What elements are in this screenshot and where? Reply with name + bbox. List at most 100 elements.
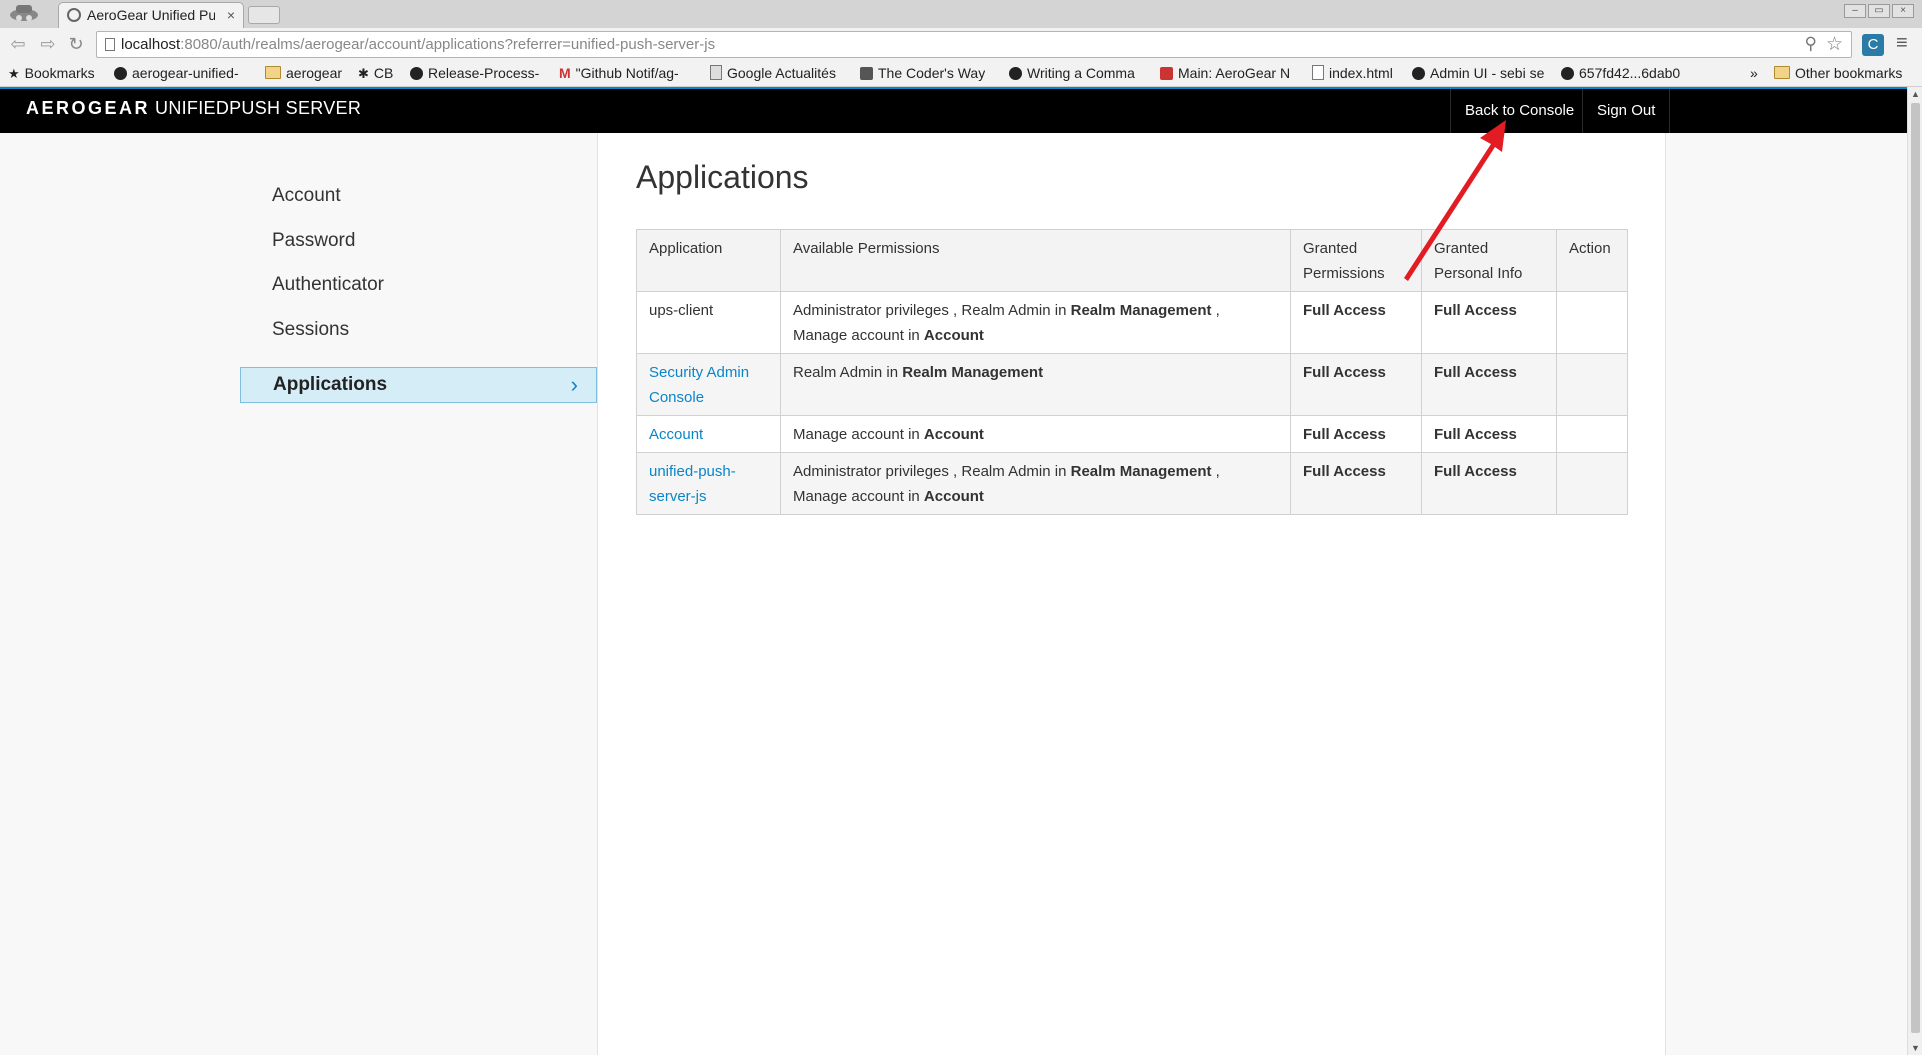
url-text: localhost:8080/auth/realms/aerogear/acco… (121, 36, 715, 53)
sign-out-link[interactable]: Sign Out (1582, 89, 1671, 133)
granted-value: Full Access (1303, 426, 1386, 443)
bookmark-label: aerogear-unified- (132, 65, 239, 81)
available-permissions: Realm Admin in Realm Management (780, 353, 1291, 416)
reload-icon[interactable]: ↻ (64, 32, 88, 56)
bookmark-item[interactable]: aerogear-unified- (114, 65, 252, 81)
bookmark-item[interactable]: ✱ CB (358, 65, 393, 82)
vertical-scrollbar[interactable]: ▲ ▼ (1907, 87, 1922, 1055)
permission-scope: Realm Management (1070, 302, 1212, 319)
extension-icon[interactable]: C (1862, 34, 1884, 56)
granted-value: Full Access (1303, 463, 1386, 480)
permission-text: Realm Admin in (793, 364, 903, 381)
url-host: localhost (121, 36, 181, 53)
github-icon (1412, 67, 1425, 80)
bookmark-item[interactable]: M "Github Notif/ag- (559, 65, 699, 81)
application-link[interactable]: Account (636, 415, 781, 453)
close-window-button[interactable]: × (1892, 4, 1914, 18)
personal-info-value: Full Access (1434, 426, 1517, 443)
bookmark-item[interactable]: Google Actualités (710, 65, 836, 81)
bookmark-item[interactable]: Main: AeroGear N (1160, 65, 1300, 81)
header-text: Granted (1303, 240, 1358, 257)
chevron-right-icon: › (570, 372, 578, 397)
address-bar[interactable]: localhost:8080/auth/realms/aerogear/acco… (96, 31, 1852, 58)
application-link[interactable]: unified-push-server-js (636, 452, 781, 515)
table-row: unified-push-server-js Administrator pri… (636, 452, 1628, 515)
sidebar-item-password[interactable]: Password (240, 223, 597, 259)
bookmark-folder[interactable]: aerogear (265, 65, 342, 81)
granted-value: Full Access (1303, 364, 1386, 381)
new-tab-button[interactable] (248, 6, 280, 24)
news-icon (710, 65, 722, 80)
bookmark-label: Release-Process- (428, 65, 540, 81)
link-text[interactable]: Console (649, 389, 704, 406)
permission-text: Manage account in (793, 488, 924, 505)
other-bookmarks-folder[interactable]: Other bookmarks (1774, 65, 1902, 81)
bookmark-label: Google Actualités (727, 65, 836, 81)
restore-window-button[interactable]: ▭ (1868, 4, 1890, 18)
granted-personal-info: Full Access (1421, 415, 1557, 453)
available-permissions: Administrator privileges , Realm Admin i… (780, 452, 1291, 515)
link-text[interactable]: Security Admin (649, 364, 749, 381)
granted-permissions: Full Access (1290, 291, 1422, 354)
scroll-down-icon[interactable]: ▼ (1911, 1043, 1920, 1053)
avatar-icon (860, 67, 873, 80)
github-icon (1561, 67, 1574, 80)
bookmark-label: Other bookmarks (1795, 65, 1903, 81)
personal-info-value: Full Access (1434, 364, 1517, 381)
available-permissions: Administrator privileges , Realm Admin i… (780, 291, 1291, 354)
sidebar-item-account[interactable]: Account (240, 178, 597, 214)
granted-personal-info: Full Access (1421, 353, 1557, 416)
menu-icon[interactable]: ≡ (1896, 32, 1908, 55)
bookmark-item[interactable]: The Coder's Way (860, 65, 985, 81)
permission-text: Administrator privileges , Realm Admin i… (793, 302, 1071, 319)
bookmark-item[interactable]: Writing a Comma (1009, 65, 1149, 81)
header-text: Permissions (1303, 265, 1385, 282)
permission-text: Manage account in (793, 426, 924, 443)
bookmark-item[interactable]: 657fd42...6dab0 (1561, 65, 1701, 81)
bookmark-label: 657fd42...6dab0 (1579, 65, 1681, 81)
sidebar-item-label: Applications (273, 374, 388, 395)
table-row: Account Manage account in Account Full A… (636, 415, 1628, 453)
brand-logo: AEROGEAR UNIFIEDPUSH SERVER (26, 98, 361, 119)
page-title: Applications (636, 159, 809, 195)
permission-text: Manage account in (793, 327, 924, 344)
url-path: :8080/auth/realms/aerogear/account/appli… (180, 36, 716, 53)
star-icon[interactable]: ☆ (1826, 33, 1843, 56)
bookmark-label: The Coder's Way (878, 65, 986, 81)
tab-close-icon[interactable]: × (227, 3, 235, 27)
sidebar-item-sessions[interactable]: Sessions (240, 312, 597, 348)
bookmarks-bar: ★ Bookmarks aerogear-unified- aerogear ✱ C… (0, 62, 1922, 87)
granted-personal-info: Full Access (1421, 452, 1557, 515)
bookmark-icon: ✱ (358, 66, 369, 81)
sidebar-item-authenticator[interactable]: Authenticator (240, 267, 597, 303)
github-icon (114, 67, 127, 80)
link-text[interactable]: server-js (649, 488, 707, 505)
browser-tab-strip: AeroGear Unified Pus × – ▭ × (0, 0, 1922, 28)
application-link[interactable]: Security Admin Console (636, 353, 781, 416)
bookmark-apps[interactable]: ★ Bookmarks (8, 65, 95, 82)
search-icon[interactable]: ⚲ (1805, 34, 1817, 54)
forward-arrow-icon[interactable]: ⇨ (36, 32, 60, 56)
granted-permissions: Full Access (1290, 452, 1422, 515)
personal-info-value: Full Access (1434, 463, 1517, 480)
scrollbar-thumb[interactable] (1911, 103, 1920, 1033)
browser-tab[interactable]: AeroGear Unified Pus × (58, 2, 244, 28)
minimize-window-button[interactable]: – (1844, 4, 1866, 18)
bookmark-item[interactable]: Release-Process- (410, 65, 548, 81)
bookmark-label: index.html (1329, 65, 1393, 81)
bookmarks-overflow-button[interactable]: » (1750, 65, 1758, 81)
link-text[interactable]: unified-push- (649, 463, 736, 480)
permission-scope: Realm Management (902, 364, 1044, 381)
bookmark-item[interactable]: index.html (1312, 65, 1393, 81)
permission-text: Administrator privileges , Realm Admin i… (793, 463, 1071, 480)
bookmark-item[interactable]: Admin UI - sebi se (1412, 65, 1548, 81)
scroll-up-icon[interactable]: ▲ (1911, 89, 1920, 99)
available-permissions: Manage account in Account (780, 415, 1291, 453)
back-arrow-icon[interactable]: ⇦ (6, 32, 30, 56)
tab-favicon-icon (67, 8, 81, 22)
brand-product: UNIFIEDPUSH SERVER (155, 98, 362, 118)
bookmark-label: Admin UI - sebi se (1430, 65, 1545, 81)
sidebar-item-applications[interactable]: Applications › (240, 367, 597, 403)
permission-scope: Account (923, 327, 984, 344)
folder-icon (1774, 66, 1790, 79)
